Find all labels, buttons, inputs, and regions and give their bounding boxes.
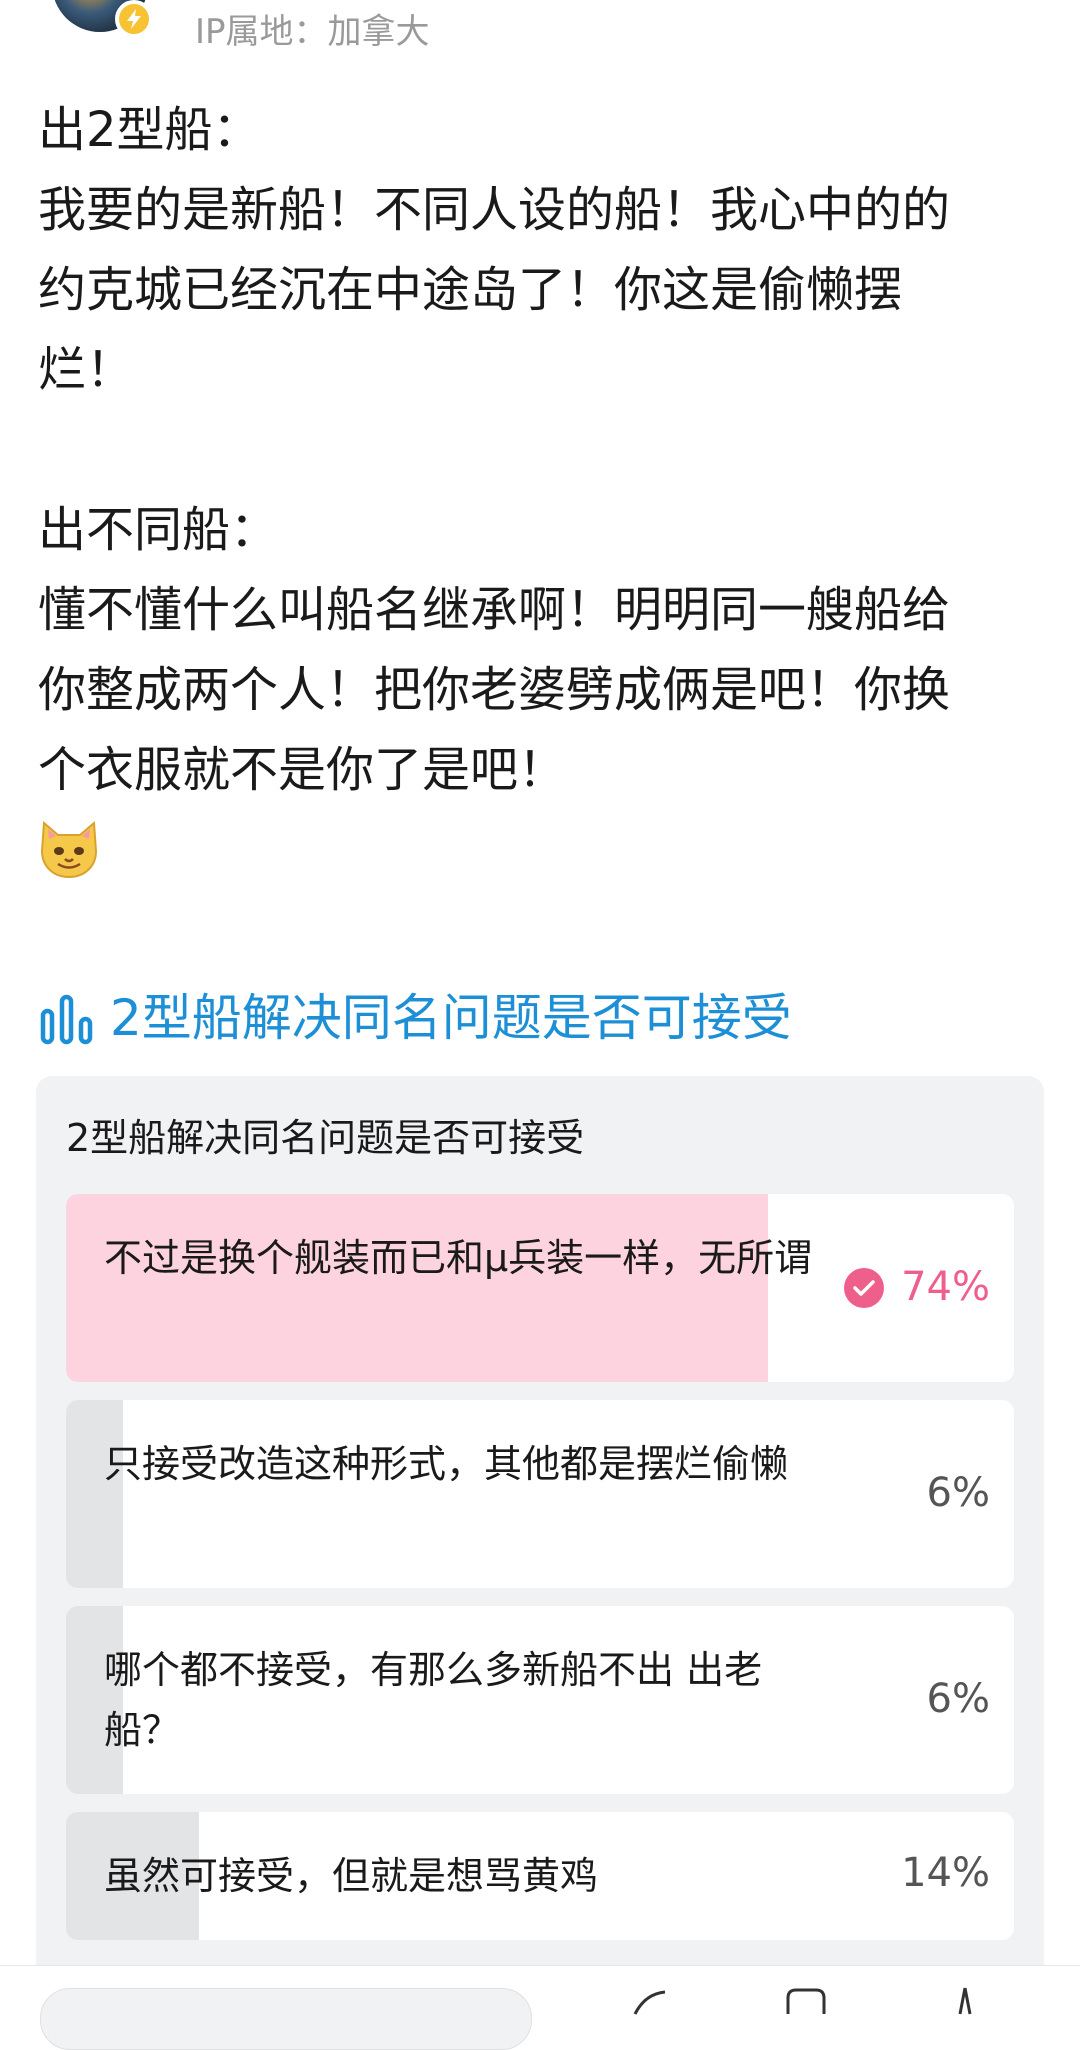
poll-heading-text: 2型船解决同名问题是否可接受 <box>110 989 792 1047</box>
ip-location: IP属地：加拿大 <box>195 12 430 52</box>
poll-option-3[interactable]: 哪个都不接受，有那么多新船不出 出老船？ 6% <box>66 1606 1014 1794</box>
poll-option-1[interactable]: 不过是换个舰装而已和μ兵装一样，无所谓 74% <box>66 1194 1014 1382</box>
poll-option-fill <box>66 1194 768 1382</box>
poll-option-label: 哪个都不接受，有那么多新船不出 出老船？ <box>104 1648 763 1752</box>
comment-input[interactable] <box>40 1988 532 2050</box>
poll-card: 2型船解决同名问题是否可接受 不过是换个舰装而已和μ兵装一样，无所谓 74% 只… <box>36 1076 1044 2001</box>
post-body-text: 出2型船： 我要的是新船！不同人设的船！我心中的的 约克城已经沉在中途岛了！你这… <box>38 102 951 798</box>
like-icon[interactable] <box>940 1984 990 2024</box>
poll-option-label: 虽然可接受，但就是想骂黄鸡 <box>104 1854 599 1898</box>
check-icon <box>844 1268 884 1308</box>
poll-option-percent: 74% <box>901 1264 990 1310</box>
poll-option-2[interactable]: 只接受改造这种形式，其他都是摆烂偷懒 6% <box>66 1400 1014 1588</box>
bottom-action-bar <box>0 1965 1080 2050</box>
poll-option-fill <box>66 1400 123 1588</box>
poll-option-label: 只接受改造这种形式，其他都是摆烂偷懒 <box>104 1442 789 1486</box>
poll-question: 2型船解决同名问题是否可接受 <box>66 1116 585 1160</box>
poll-heading[interactable]: 2型船解决同名问题是否可接受 <box>40 980 792 1056</box>
lightning-badge-icon <box>115 0 153 38</box>
poll-chart-icon <box>40 994 93 1045</box>
poll-option-percent: 6% <box>926 1470 990 1516</box>
poll-option-label: 不过是换个舰装而已和μ兵装一样，无所谓 <box>104 1236 813 1280</box>
poll-option-percent: 6% <box>926 1676 990 1722</box>
poll-option-4[interactable]: 虽然可接受，但就是想骂黄鸡 14% <box>66 1812 1014 1940</box>
comment-icon[interactable] <box>780 1984 830 2024</box>
cat-face-emoji-icon <box>40 820 98 879</box>
share-icon[interactable] <box>625 1984 675 2024</box>
poll-option-percent: 14% <box>901 1850 990 1896</box>
